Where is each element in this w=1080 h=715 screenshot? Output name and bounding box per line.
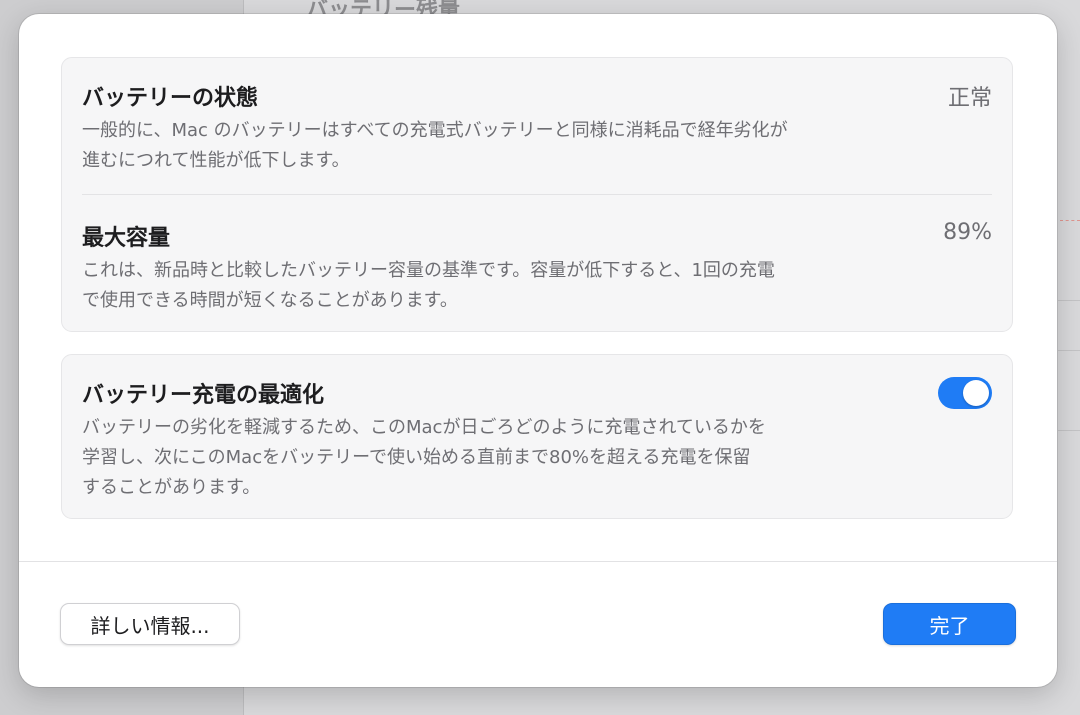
background-divider (1058, 350, 1080, 351)
background-chart-dash (1060, 220, 1080, 221)
optimized-charging-group: バッテリー充電の最適化 バッテリーの劣化を軽減するため、このMacが日ごろどのよ… (61, 354, 1013, 519)
optimized-charging-toggle[interactable] (938, 377, 992, 409)
toggle-knob (963, 380, 989, 406)
description-line: で使用できる時間が短くなることがあります。 (82, 290, 458, 311)
optimized-charging-description: バッテリーの劣化を軽減するため、このMacが日ごろどのように充電されているかを … (82, 413, 912, 503)
battery-health-sheet: バッテリーの状態 正常 一般的に、Mac のバッテリーはすべての充電式バッテリー… (19, 14, 1057, 687)
battery-health-description: 一般的に、Mac のバッテリーはすべての充電式バッテリーと同様に消耗品で経年劣化… (82, 116, 912, 176)
description-line: バッテリーの劣化を軽減するため、このMacが日ごろどのように充電されているかを (82, 417, 766, 438)
row-divider (82, 194, 992, 195)
battery-health-title: バッテリーの状態 (82, 86, 259, 111)
description-line: することがあります。 (82, 477, 261, 498)
description-line: これは、新品時と比較したバッテリー容量の基準です。容量が低下すると、1回の充電 (82, 260, 775, 281)
description-line: 進むにつれて性能が低下します。 (82, 150, 350, 171)
background-divider (1058, 430, 1080, 431)
optimized-charging-row: バッテリー充電の最適化 バッテリーの劣化を軽減するため、このMacが日ごろどのよ… (82, 377, 992, 507)
more-info-button[interactable]: 詳しい情報... (60, 603, 240, 645)
battery-health-row: バッテリーの状態 正常 一般的に、Mac のバッテリーはすべての充電式バッテリー… (82, 80, 992, 192)
maximum-capacity-title: 最大容量 (82, 226, 171, 251)
optimized-charging-title: バッテリー充電の最適化 (82, 383, 325, 408)
maximum-capacity-row: 最大容量 89% これは、新品時と比較したバッテリー容量の基準です。容量が低下す… (82, 220, 992, 332)
description-line: 一般的に、Mac のバッテリーはすべての充電式バッテリーと同様に消耗品で経年劣化… (82, 120, 788, 141)
maximum-capacity-value: 89% (943, 220, 992, 245)
battery-health-value: 正常 (947, 86, 992, 111)
description-line: 学習し、次にこのMacをバッテリーで使い始める直前まで80%を超える充電を保留 (82, 447, 751, 468)
maximum-capacity-description: これは、新品時と比較したバッテリー容量の基準です。容量が低下すると、1回の充電 … (82, 256, 912, 316)
done-button[interactable]: 完了 (883, 603, 1016, 645)
footer-divider (19, 561, 1057, 562)
battery-info-group: バッテリーの状態 正常 一般的に、Mac のバッテリーはすべての充電式バッテリー… (61, 57, 1013, 332)
background-divider (1058, 300, 1080, 301)
